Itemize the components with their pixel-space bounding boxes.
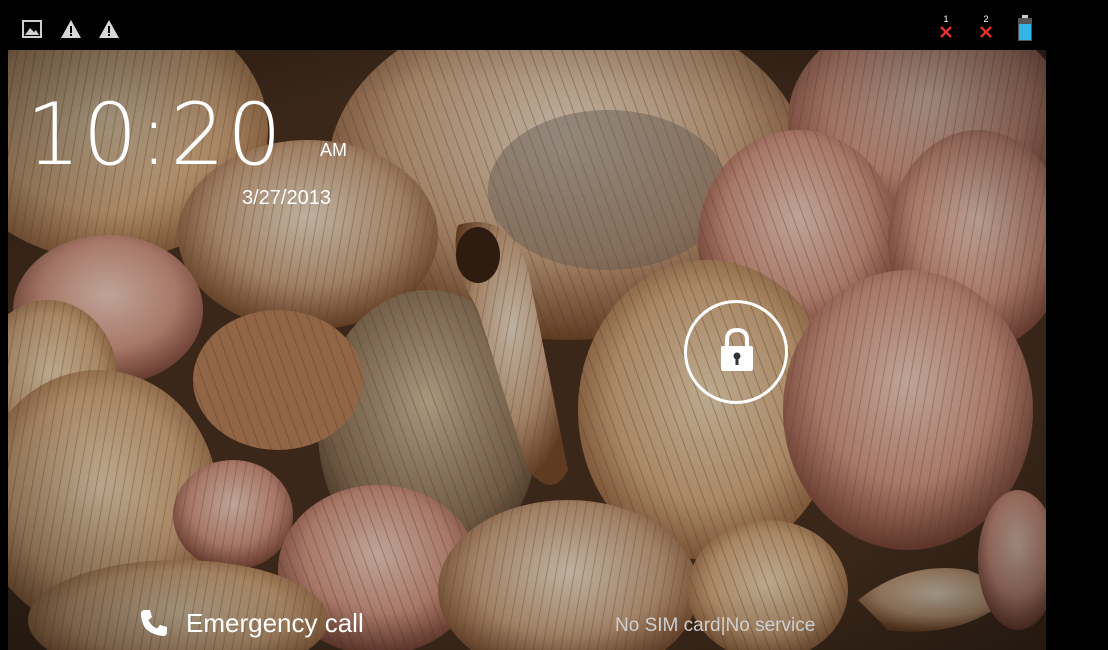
clock-ampm: AM — [320, 140, 347, 160]
emergency-call-button[interactable]: Emergency call — [138, 603, 364, 643]
no-signal-x-icon — [980, 26, 992, 38]
device-frame: 1 2 10:20 AM 3/27/2013 Emergency call No… — [0, 0, 1108, 650]
phone-icon — [141, 610, 167, 636]
status-bar: 1 2 — [8, 8, 1046, 50]
warning-icon — [61, 20, 81, 38]
battery-icon — [1018, 15, 1032, 41]
unlock-handle[interactable] — [684, 300, 788, 404]
lock-date: 3/27/2013 — [242, 187, 331, 209]
sim-1-number: 1 — [943, 14, 949, 24]
warning-icon — [99, 20, 119, 38]
lock-screen: 10:20 AM 3/27/2013 Emergency call No SIM… — [8, 50, 1046, 650]
sim-1-no-signal-icon: 1 — [938, 14, 954, 44]
gallery-icon — [22, 20, 42, 38]
sim-2-number: 2 — [983, 14, 989, 24]
clock-time: 10:20 — [26, 85, 284, 185]
emergency-call-label: Emergency call — [186, 607, 364, 638]
carrier-status-text: No SIM card|No service — [615, 615, 816, 636]
sim-2-no-signal-icon: 2 — [978, 14, 994, 44]
padlock-icon — [721, 327, 753, 371]
no-signal-x-icon — [940, 26, 952, 38]
